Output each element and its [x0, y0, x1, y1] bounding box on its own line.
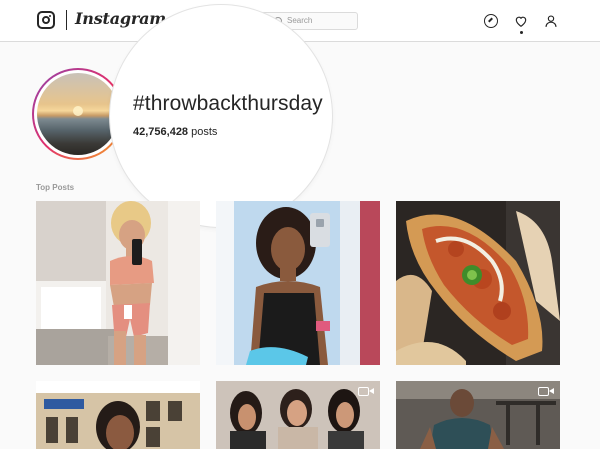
post-thumbnail[interactable]: [396, 201, 560, 365]
post-thumbnail[interactable]: [396, 381, 560, 449]
post-count-number: 42,756,428: [133, 126, 189, 138]
post-thumbnail[interactable]: [216, 381, 380, 449]
instagram-glyph-icon[interactable]: [37, 11, 55, 29]
post-count: 42,756,428 posts: [133, 126, 217, 138]
top-posts-heading: Top Posts: [36, 183, 75, 192]
post-image-three-women: [216, 381, 380, 449]
post-thumbnail[interactable]: [36, 201, 200, 365]
video-camera-icon: [538, 386, 554, 397]
heart-icon[interactable]: [514, 14, 528, 28]
top-navigation-bar: Instagram Search: [0, 0, 600, 42]
compass-icon[interactable]: [484, 14, 498, 28]
post-image-sandwich: [396, 201, 560, 365]
post-image-black-tank: [216, 201, 380, 365]
sunset-photo: [37, 73, 119, 155]
avatar-border: [34, 70, 122, 158]
post-count-label: posts: [191, 126, 218, 138]
post-image-building: [36, 381, 200, 449]
activity-indicator-dot: [520, 31, 523, 34]
hashtag-title: #throwbackthursday: [133, 92, 323, 115]
post-image-pink-outfit: [36, 201, 200, 365]
post-thumbnail[interactable]: [36, 381, 200, 449]
post-thumbnail[interactable]: [216, 201, 380, 365]
zoom-magnifier-overlay: [110, 5, 332, 227]
post-image-gym: [396, 381, 560, 449]
instagram-wordmark[interactable]: Instagram: [75, 9, 166, 28]
nav-divider: [66, 10, 67, 30]
search-placeholder: Search: [287, 16, 313, 25]
video-camera-icon: [358, 386, 374, 397]
person-icon[interactable]: [544, 14, 558, 28]
